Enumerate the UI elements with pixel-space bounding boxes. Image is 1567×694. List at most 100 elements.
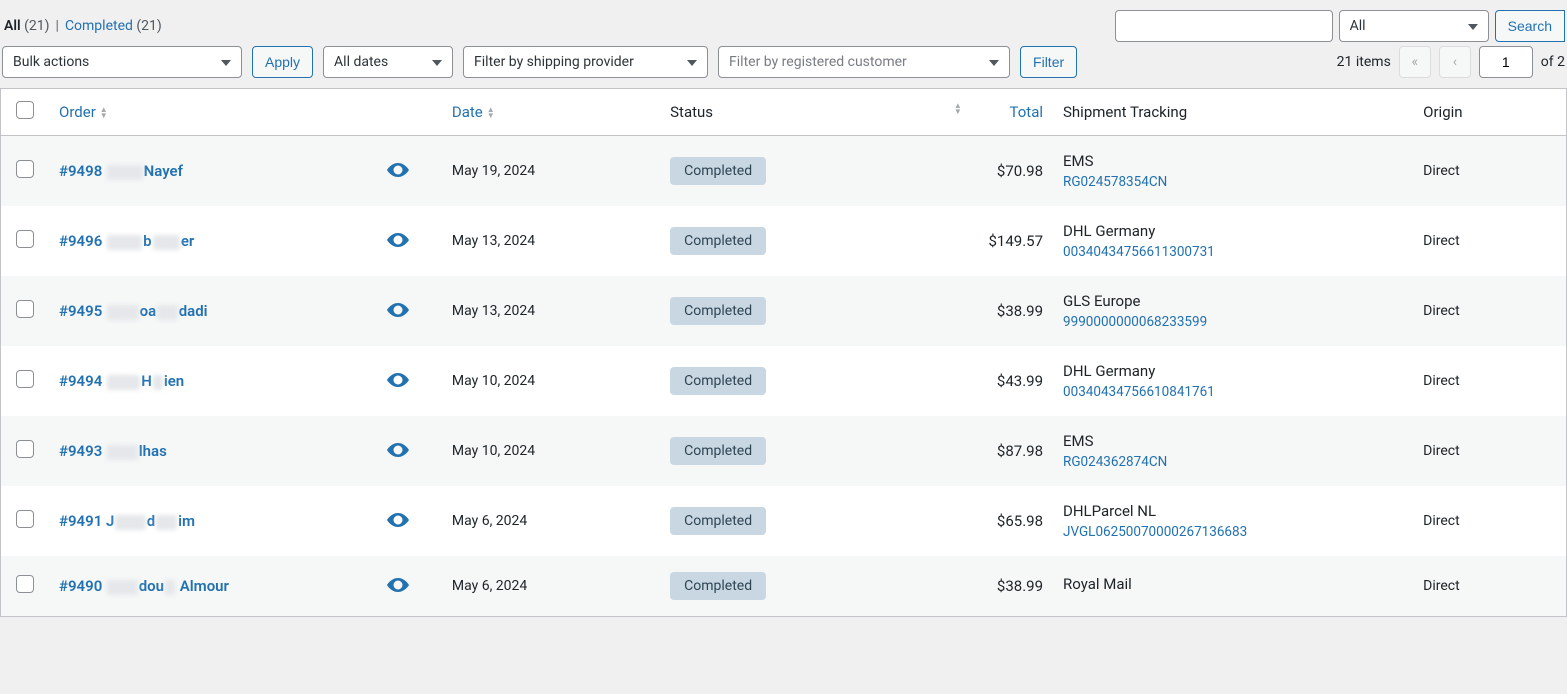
order-total: $38.99 bbox=[944, 556, 1053, 616]
filter-button[interactable]: Filter bbox=[1020, 46, 1077, 78]
search-category-select[interactable]: All bbox=[1339, 10, 1489, 42]
order-link[interactable]: #9496 ber bbox=[59, 232, 194, 250]
preview-eye-icon bbox=[386, 578, 410, 592]
order-origin: Direct bbox=[1413, 346, 1566, 416]
order-origin: Direct bbox=[1413, 276, 1566, 346]
header-status: Status bbox=[670, 103, 713, 121]
row-checkbox[interactable] bbox=[16, 575, 34, 593]
status-badge: Completed bbox=[670, 572, 766, 600]
shipping-provider: DHL Germany bbox=[1063, 222, 1403, 240]
bulk-actions-label: Bulk actions bbox=[13, 54, 89, 70]
order-link[interactable]: #9498 Nayef bbox=[59, 162, 183, 180]
status-badge: Completed bbox=[670, 227, 766, 255]
table-row: #9495 oadadiMay 13, 2024Completed$38.99G… bbox=[1, 276, 1566, 346]
preview-eye-icon bbox=[386, 303, 410, 317]
order-link[interactable]: #9495 oadadi bbox=[59, 302, 208, 320]
apply-button[interactable]: Apply bbox=[252, 46, 313, 78]
order-date: May 10, 2024 bbox=[442, 346, 660, 416]
shipping-provider: EMS bbox=[1063, 432, 1403, 450]
shipping-provider-label: Filter by shipping provider bbox=[474, 54, 634, 70]
tracking-link[interactable]: 9990000000068233599 bbox=[1063, 314, 1207, 330]
preview-button[interactable] bbox=[386, 371, 410, 392]
tracking-link[interactable]: RG024362874CN bbox=[1063, 454, 1167, 470]
status-badge: Completed bbox=[670, 157, 766, 185]
customer-filter-select[interactable]: Filter by registered customer bbox=[718, 46, 1010, 78]
pagination-items-text: 21 items bbox=[1337, 54, 1391, 70]
preview-button[interactable] bbox=[386, 511, 410, 532]
preview-eye-icon bbox=[386, 233, 410, 247]
tracking-link[interactable]: 00340434756610841761 bbox=[1063, 384, 1215, 400]
table-row: #9498 NayefMay 19, 2024Completed$70.98EM… bbox=[1, 136, 1566, 207]
order-link[interactable]: #9491 Jdim bbox=[59, 512, 195, 530]
pagination-prev-button[interactable]: ‹ bbox=[1439, 46, 1471, 78]
order-link[interactable]: #9490 dou Almour bbox=[59, 577, 229, 595]
row-checkbox[interactable] bbox=[16, 370, 34, 388]
preview-eye-icon bbox=[386, 373, 410, 387]
shipping-provider: DHL Germany bbox=[1063, 362, 1403, 380]
table-row: #9494 Hien May 10, 2024 Completed $43.99 DHL… bbox=[1, 346, 1566, 416]
order-origin: Direct bbox=[1413, 556, 1566, 616]
tab-completed[interactable]: Completed (21) bbox=[65, 18, 162, 34]
search-input[interactable] bbox=[1115, 10, 1333, 42]
preview-eye-icon bbox=[386, 163, 410, 177]
table-row: #9493 lhasMay 10, 2024Completed$87.98EMS… bbox=[1, 416, 1566, 486]
order-origin: Direct bbox=[1413, 416, 1566, 486]
shipping-provider-select[interactable]: Filter by shipping provider bbox=[463, 46, 708, 78]
dates-select[interactable]: All dates bbox=[323, 46, 453, 78]
row-checkbox[interactable] bbox=[16, 510, 34, 528]
order-total: $70.98 bbox=[944, 136, 1053, 207]
table-row: #9491 JdimMay 6, 2024Completed$65.98DHLP… bbox=[1, 486, 1566, 556]
shipping-provider: GLS Europe bbox=[1063, 292, 1403, 310]
sort-icon bbox=[487, 107, 495, 119]
order-link[interactable]: #9493 lhas bbox=[59, 442, 167, 460]
order-link[interactable]: #9494 Hien bbox=[59, 372, 184, 390]
bulk-actions-select[interactable]: Bulk actions bbox=[2, 46, 242, 78]
order-origin: Direct bbox=[1413, 206, 1566, 276]
pagination-of-text: of 2 bbox=[1541, 54, 1565, 70]
select-all-checkbox[interactable] bbox=[16, 101, 34, 119]
preview-button[interactable] bbox=[386, 231, 410, 252]
shipping-provider: DHLParcel NL bbox=[1063, 502, 1403, 520]
preview-button[interactable] bbox=[386, 301, 410, 322]
order-date: May 10, 2024 bbox=[442, 416, 660, 486]
row-checkbox[interactable] bbox=[16, 300, 34, 318]
header-date[interactable]: Date bbox=[452, 103, 483, 121]
tracking-link[interactable]: JVGL06250070000267136683 bbox=[1063, 524, 1247, 540]
pagination-page-input[interactable] bbox=[1479, 46, 1533, 78]
order-origin: Direct bbox=[1413, 136, 1566, 207]
tracking-link[interactable]: RG024578354CN bbox=[1063, 174, 1167, 190]
preview-button[interactable] bbox=[386, 441, 410, 462]
preview-button[interactable] bbox=[386, 576, 410, 597]
order-date: May 13, 2024 bbox=[442, 206, 660, 276]
pagination: 21 items « ‹ of 2 bbox=[1337, 46, 1565, 78]
header-origin: Origin bbox=[1423, 103, 1462, 121]
table-row: #9496 berMay 13, 2024Completed$149.57DHL… bbox=[1, 206, 1566, 276]
header-tracking: Shipment Tracking bbox=[1063, 103, 1187, 121]
order-total: $43.99 bbox=[944, 346, 1053, 416]
tab-all-count: (21) bbox=[24, 18, 49, 34]
order-date: May 6, 2024 bbox=[442, 486, 660, 556]
order-date: May 6, 2024 bbox=[442, 556, 660, 616]
row-checkbox[interactable] bbox=[16, 160, 34, 178]
pagination-first-button[interactable]: « bbox=[1399, 46, 1431, 78]
status-badge: Completed bbox=[670, 367, 766, 395]
preview-button[interactable] bbox=[386, 161, 410, 182]
preview-eye-icon bbox=[386, 443, 410, 457]
preview-eye-icon bbox=[386, 513, 410, 527]
shipping-provider: EMS bbox=[1063, 152, 1403, 170]
search-category-label: All bbox=[1350, 18, 1366, 34]
status-tabs: All (21) | Completed (21) bbox=[4, 18, 1107, 34]
header-total[interactable]: Total bbox=[1010, 103, 1044, 121]
tab-all-label: All bbox=[4, 18, 21, 34]
table-row: #9490 dou Almour May 6, 2024 Completed $38.… bbox=[1, 556, 1566, 616]
search-button[interactable]: Search bbox=[1495, 10, 1565, 42]
tab-all[interactable]: All bbox=[4, 18, 21, 34]
tab-completed-label: Completed bbox=[65, 18, 133, 34]
tracking-link[interactable]: 00340434756611300731 bbox=[1063, 244, 1215, 260]
orders-table: Order Date Status Total Shipment Trackin… bbox=[0, 88, 1567, 617]
tab-completed-count: (21) bbox=[136, 18, 161, 34]
row-checkbox[interactable] bbox=[16, 230, 34, 248]
row-checkbox[interactable] bbox=[16, 440, 34, 458]
header-order[interactable]: Order bbox=[59, 103, 96, 121]
order-total: $65.98 bbox=[944, 486, 1053, 556]
